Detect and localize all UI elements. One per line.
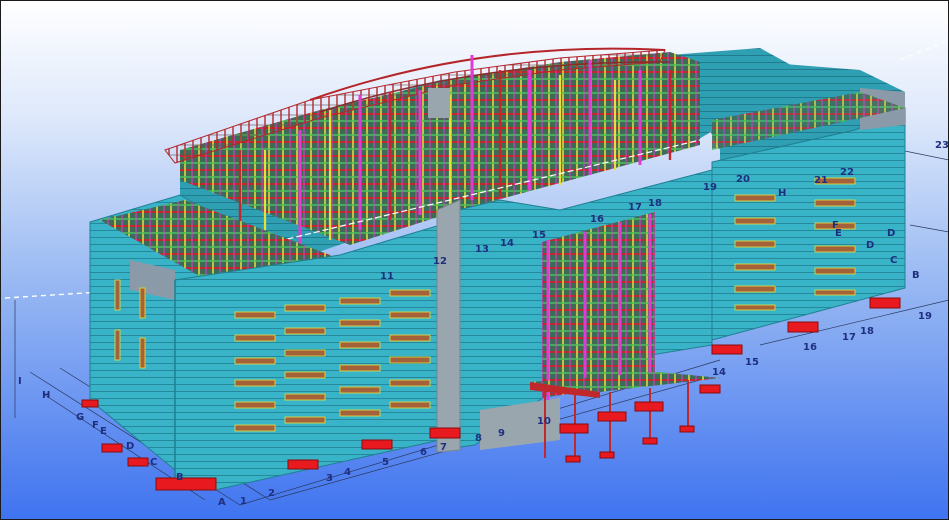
grid-label-12: 12 (433, 256, 447, 267)
grid-label-2: 2 (268, 488, 275, 499)
grid-label-C-right: C (890, 255, 897, 266)
grid-label-4: 4 (344, 467, 351, 478)
grid-label-22: 22 (840, 167, 854, 178)
grid-label-E: E (100, 426, 107, 437)
grid-label-14-base: 14 (712, 367, 726, 378)
grid-label-5: 5 (382, 457, 389, 468)
grid-label-F-right: F (832, 220, 839, 231)
grid-label-15-base: 15 (745, 357, 759, 368)
grid-label-F: F (92, 420, 99, 431)
grid-label-D-right: D (866, 240, 874, 251)
grid-label-13: 13 (475, 244, 489, 255)
grid-label-A: A (218, 497, 226, 508)
grid-label-10: 10 (537, 416, 551, 427)
grid-label-7: 7 (440, 442, 447, 453)
grid-label-3: 3 (326, 473, 333, 484)
grid-label-1: 1 (240, 496, 247, 507)
grid-label-H-right: H (778, 188, 786, 199)
grid-label-9: 9 (498, 428, 505, 439)
grid-label-16-base: 16 (803, 342, 817, 353)
grid-label-C: C (150, 457, 157, 468)
grid-label-17-base: 17 (842, 332, 856, 343)
grid-label-18: 18 (648, 198, 662, 209)
grid-label-23: 23 (935, 140, 949, 151)
grid-label-19: 19 (703, 182, 717, 193)
grid-label-14: 14 (500, 238, 514, 249)
grid-label-8: 8 (475, 433, 482, 444)
grid-label-15: 15 (532, 230, 546, 241)
grid-label-19-base: 19 (918, 311, 932, 322)
grid-label-I: I (18, 376, 22, 387)
3d-model-viewport[interactable]: 1 2 3 4 5 6 7 8 9 10 11 12 13 14 15 16 1… (0, 0, 949, 520)
grid-label-H: H (42, 390, 50, 401)
grid-label-18-base: 18 (860, 326, 874, 337)
grid-label-B: B (176, 472, 184, 483)
grid-label-16: 16 (590, 214, 604, 225)
grid-label-6: 6 (420, 447, 427, 458)
grid-label-17: 17 (628, 202, 642, 213)
building-model-canvas[interactable]: 1 2 3 4 5 6 7 8 9 10 11 12 13 14 15 16 1… (0, 0, 949, 520)
grid-label-D-right-far: D (887, 228, 895, 239)
grid-label-21: 21 (814, 175, 828, 186)
grid-label-11: 11 (380, 271, 394, 282)
grid-label-B-right: B (912, 270, 920, 281)
grid-label-D: D (126, 441, 134, 452)
grid-label-G: G (76, 412, 84, 423)
grid-label-20: 20 (736, 174, 750, 185)
